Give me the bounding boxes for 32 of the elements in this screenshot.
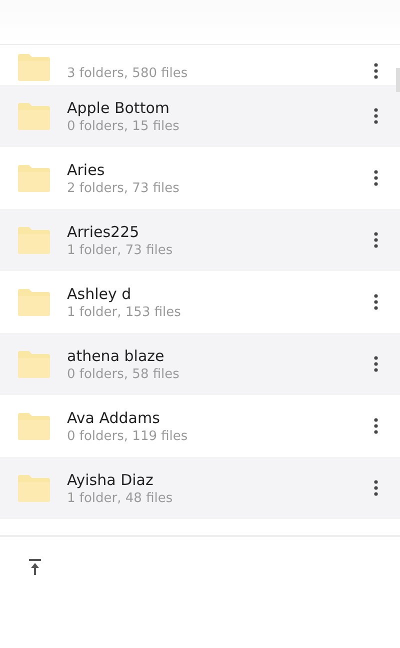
more-options-icon[interactable] — [374, 108, 378, 124]
more-options-icon[interactable] — [374, 480, 378, 496]
folder-name: Aries — [67, 160, 106, 178]
folder-summary: 2 folders, 73 files — [67, 180, 180, 196]
folder-icon — [18, 412, 50, 440]
folder-name: Ashley d — [67, 284, 132, 302]
folder-icon — [18, 288, 50, 316]
more-options-icon[interactable] — [374, 232, 378, 248]
scroll-to-top-button[interactable] — [26, 557, 44, 577]
more-options-icon[interactable] — [374, 294, 378, 310]
folder-summary: 0 folders, 15 files — [67, 118, 180, 134]
folder-icon — [18, 164, 50, 192]
folder-summary: 1 folder, 73 files — [67, 242, 174, 258]
folder-name: athena blaze — [67, 346, 166, 364]
folder-name: Arries225 — [67, 222, 140, 240]
folder-icon — [18, 53, 50, 81]
folder-summary: 0 folders, 58 files — [67, 366, 180, 382]
folder-icon — [18, 102, 50, 130]
folder-name: Apple Bottom — [67, 98, 170, 116]
folder-name: Ava Addams — [67, 408, 161, 426]
folder-summary: 3 folders, 580 files — [67, 66, 189, 81]
more-options-icon[interactable] — [374, 170, 378, 186]
folder-icon — [18, 474, 50, 502]
folder-summary: 1 folder, 48 files — [67, 490, 174, 506]
folder-icon — [18, 226, 50, 254]
more-options-icon[interactable] — [374, 63, 378, 79]
folder-summary: 0 folders, 119 files — [67, 428, 189, 444]
folder-summary: 1 folder, 153 files — [67, 304, 182, 320]
more-options-icon[interactable] — [374, 418, 378, 434]
more-options-icon[interactable] — [374, 356, 378, 372]
folder-name: Ayisha Diaz — [67, 470, 154, 488]
folder-icon — [18, 350, 50, 378]
